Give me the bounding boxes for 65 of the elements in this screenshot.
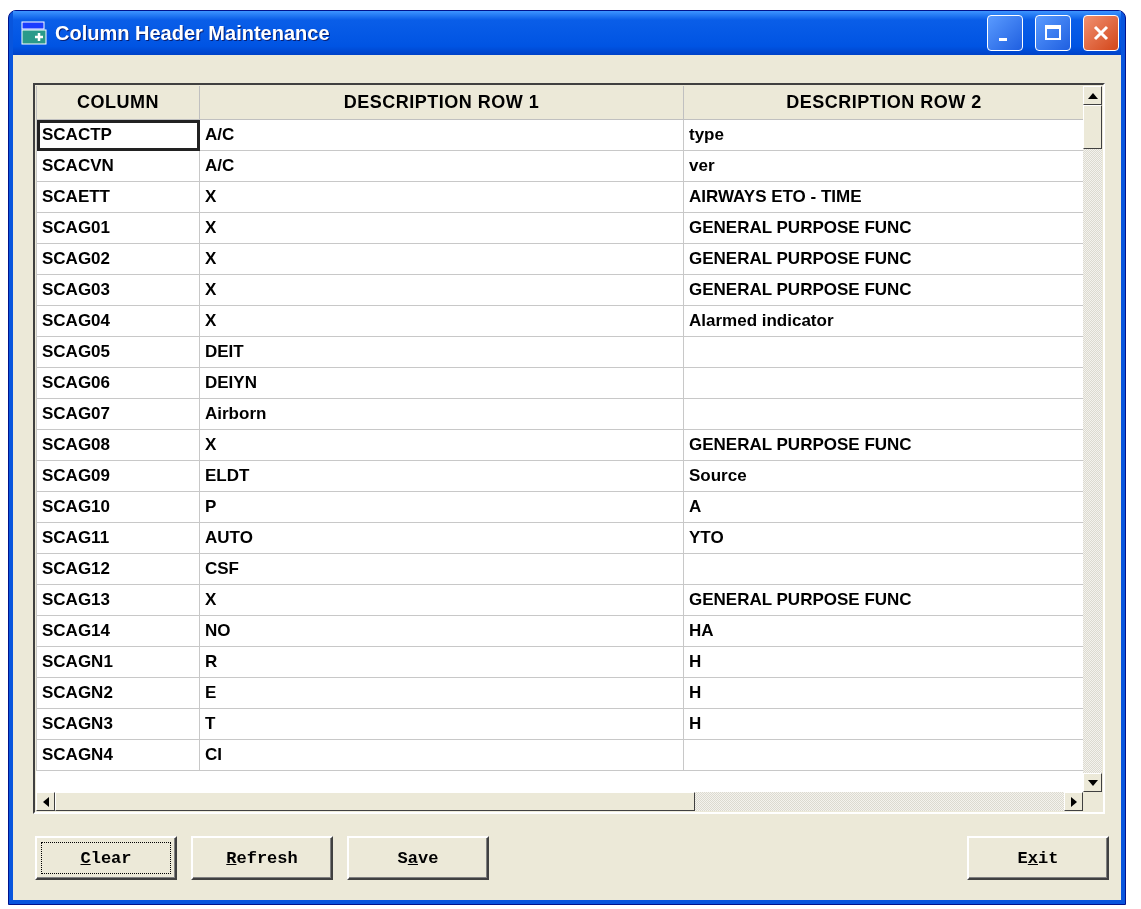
- table-cell[interactable]: SCAGN2: [36, 677, 200, 709]
- left-arrow-icon[interactable]: [42, 796, 49, 807]
- column-header: DESCRIPTION ROW 1: [343, 92, 540, 113]
- table-cell[interactable]: R: [199, 646, 684, 678]
- action-button[interactable]: Clear: [35, 836, 177, 880]
- table-cell[interactable]: CSF: [199, 553, 684, 585]
- table-cell[interactable]: A/C: [199, 119, 684, 151]
- table-cell[interactable]: T: [199, 708, 684, 740]
- right-arrow-icon[interactable]: [1070, 796, 1077, 807]
- table-cell[interactable]: SCAG12: [36, 553, 200, 585]
- scroll-thumb[interactable]: [1083, 105, 1102, 149]
- table-cell[interactable]: X: [199, 212, 684, 244]
- close-button[interactable]: [1083, 15, 1119, 51]
- down-arrow-icon[interactable]: [1087, 779, 1098, 786]
- table-cell[interactable]: SCAG08: [36, 429, 200, 461]
- table-cell[interactable]: X: [199, 584, 684, 616]
- column-header: COLUMN: [77, 92, 159, 113]
- table-cell[interactable]: SCAG05: [36, 336, 200, 368]
- table-cell[interactable]: SCACTP: [36, 119, 200, 151]
- minimize-button[interactable]: [987, 15, 1023, 51]
- table-cell[interactable]: X: [199, 181, 684, 213]
- maximize-icon: [1044, 24, 1062, 42]
- table-cell[interactable]: SCAG01: [36, 212, 200, 244]
- column-header: DESCRIPTION ROW 2: [786, 92, 982, 113]
- table-cell[interactable]: X: [199, 305, 684, 337]
- table-cell[interactable]: DEIT: [199, 336, 684, 368]
- horizontal-scrollbar[interactable]: [36, 792, 1083, 811]
- table-cell[interactable]: E: [199, 677, 684, 709]
- table-cell[interactable]: DEIYN: [199, 367, 684, 399]
- table-cell[interactable]: X: [199, 429, 684, 461]
- table-cell[interactable]: A/C: [199, 150, 684, 182]
- minimize-icon: [999, 37, 1007, 41]
- table-cell[interactable]: P: [199, 491, 684, 523]
- vertical-scrollbar[interactable]: [1083, 86, 1102, 792]
- table-cell[interactable]: SCAETT: [36, 181, 200, 213]
- table-cell[interactable]: SCAG10: [36, 491, 200, 523]
- table-cell[interactable]: X: [199, 243, 684, 275]
- table-cell[interactable]: SCACVN: [36, 150, 200, 182]
- table-cell[interactable]: SCAGN1: [36, 646, 200, 678]
- table-cell[interactable]: SCAGN3: [36, 708, 200, 740]
- table-cell[interactable]: Airborn: [199, 398, 684, 430]
- table-cell[interactable]: SCAG14: [36, 615, 200, 647]
- up-arrow-icon[interactable]: [1087, 92, 1098, 99]
- window-title: Column Header Maintenance: [55, 21, 331, 45]
- action-button[interactable]: Save: [347, 836, 489, 880]
- table-cell[interactable]: SCAG13: [36, 584, 200, 616]
- table-cell[interactable]: SCAG06: [36, 367, 200, 399]
- table-cell[interactable]: X: [199, 274, 684, 306]
- table-cell[interactable]: SCAG07: [36, 398, 200, 430]
- table-cell[interactable]: SCAG04: [36, 305, 200, 337]
- table-cell[interactable]: SCAGN4: [36, 739, 200, 771]
- table-cell[interactable]: CI: [199, 739, 684, 771]
- table-cell[interactable]: SCAG03: [36, 274, 200, 306]
- maximize-button[interactable]: [1035, 15, 1071, 51]
- table-cell[interactable]: SCAG02: [36, 243, 200, 275]
- table-cell[interactable]: SCAG09: [36, 460, 200, 492]
- table-cell[interactable]: ELDT: [199, 460, 684, 492]
- action-button[interactable]: Refresh: [191, 836, 333, 880]
- table-cell[interactable]: NO: [199, 615, 684, 647]
- scroll-thumb[interactable]: [55, 792, 695, 811]
- table-cell[interactable]: AUTO: [199, 522, 684, 554]
- close-icon: [1092, 24, 1110, 42]
- action-button[interactable]: Exit: [967, 836, 1109, 880]
- table-cell[interactable]: SCAG11: [36, 522, 200, 554]
- app-icon: [21, 21, 47, 45]
